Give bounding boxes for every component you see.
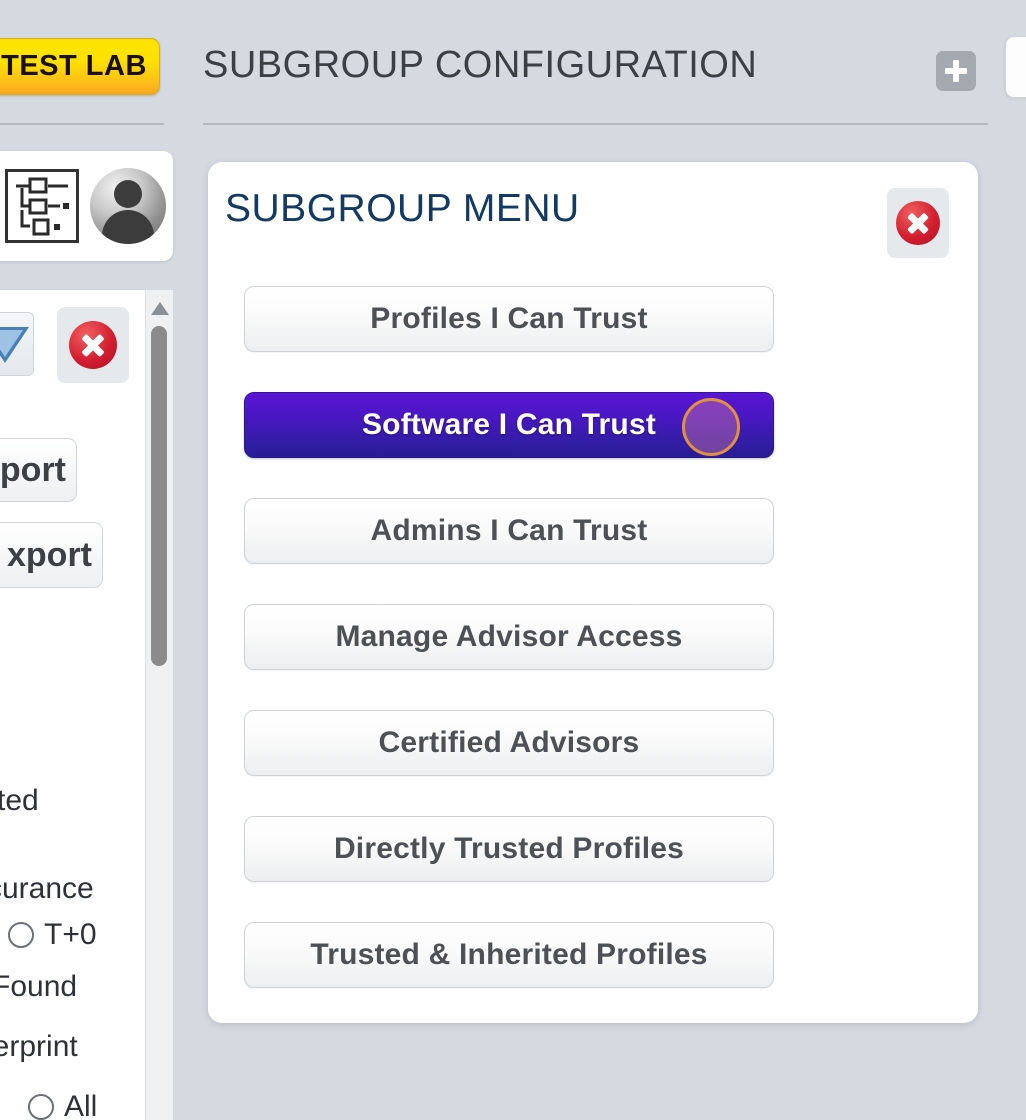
avatar-head bbox=[114, 180, 142, 208]
menu-button-5[interactable]: Directly Trusted Profiles bbox=[244, 816, 774, 882]
left-label-found: Found bbox=[0, 970, 78, 1003]
scrollbar-thumb[interactable] bbox=[151, 326, 167, 666]
test-lab-badge: TEST LAB bbox=[0, 38, 160, 95]
left-panel-close-button[interactable] bbox=[57, 307, 129, 383]
left-toolbar-card bbox=[0, 151, 173, 261]
radio-option-all[interactable]: All bbox=[28, 1090, 97, 1120]
left-panel-scrollbar[interactable] bbox=[145, 290, 173, 1120]
radio-label-t0: T+0 bbox=[44, 918, 97, 951]
dialog-title: SUBGROUP MENU bbox=[225, 187, 580, 230]
close-circle-icon bbox=[69, 321, 117, 369]
menu-button-label: Directly Trusted Profiles bbox=[333, 832, 685, 865]
add-button[interactable] bbox=[936, 51, 976, 91]
close-circle-icon bbox=[896, 201, 940, 245]
menu-button-label: Certified Advisors bbox=[378, 726, 640, 759]
test-lab-badge-label: TEST LAB bbox=[1, 50, 147, 82]
left-label-occurance: ccurance bbox=[0, 872, 94, 905]
funnel-inner bbox=[0, 330, 23, 357]
header-divider-right bbox=[203, 123, 988, 125]
left-label-fingerprint: gerprint bbox=[0, 1030, 78, 1063]
menu-button-label: Profiles I Can Trust bbox=[370, 302, 648, 335]
avatar-body bbox=[102, 210, 154, 244]
app-root: TEST LAB SUBGROUP CONFIGURATION port xpo… bbox=[0, 0, 1026, 1120]
menu-button-3[interactable]: Manage Advisor Access bbox=[244, 604, 774, 670]
top-header-bar: TEST LAB SUBGROUP CONFIGURATION bbox=[0, 0, 1026, 126]
menu-button-4[interactable]: Certified Advisors bbox=[244, 710, 774, 776]
plus-icon-vertical bbox=[953, 60, 959, 82]
radio-circle-icon bbox=[28, 1094, 54, 1120]
subgroup-menu-list: Profiles I Can Trust Software I Can Trust… bbox=[244, 286, 774, 1028]
menu-button-label: Software I Can Trust bbox=[361, 408, 657, 441]
left-label-trusted: sted bbox=[0, 784, 39, 817]
radio-option-t0[interactable]: T+0 bbox=[8, 918, 97, 952]
menu-button-1[interactable]: Software I Can Trust bbox=[244, 392, 774, 458]
export-button[interactable]: xport bbox=[0, 522, 103, 588]
menu-button-2[interactable]: Admins I Can Trust bbox=[244, 498, 774, 564]
user-avatar-icon[interactable] bbox=[90, 168, 166, 244]
cursor-highlight-ring bbox=[682, 398, 740, 456]
import-button[interactable]: port bbox=[0, 438, 77, 502]
menu-button-0[interactable]: Profiles I Can Trust bbox=[244, 286, 774, 352]
menu-button-label: Manage Advisor Access bbox=[335, 620, 683, 653]
menu-button-label: Trusted & Inherited Profiles bbox=[310, 938, 708, 971]
menu-button-6[interactable]: Trusted & Inherited Profiles bbox=[244, 922, 774, 988]
menu-button-label: Admins I Can Trust bbox=[370, 514, 648, 547]
radio-circle-icon bbox=[8, 922, 34, 948]
right-edge-panel[interactable] bbox=[1005, 36, 1026, 98]
hierarchy-tree-icon[interactable] bbox=[5, 169, 79, 243]
page-title: SUBGROUP CONFIGURATION bbox=[203, 44, 758, 86]
filter-funnel-icon[interactable] bbox=[0, 312, 34, 376]
dialog-close-button[interactable] bbox=[887, 188, 949, 258]
radio-label-all: All bbox=[64, 1090, 98, 1120]
subgroup-menu-dialog: SUBGROUP MENU Profiles I Can Trust Softwa… bbox=[208, 162, 978, 1023]
scroll-up-arrow-icon[interactable] bbox=[151, 302, 169, 315]
header-divider-left bbox=[0, 123, 164, 125]
